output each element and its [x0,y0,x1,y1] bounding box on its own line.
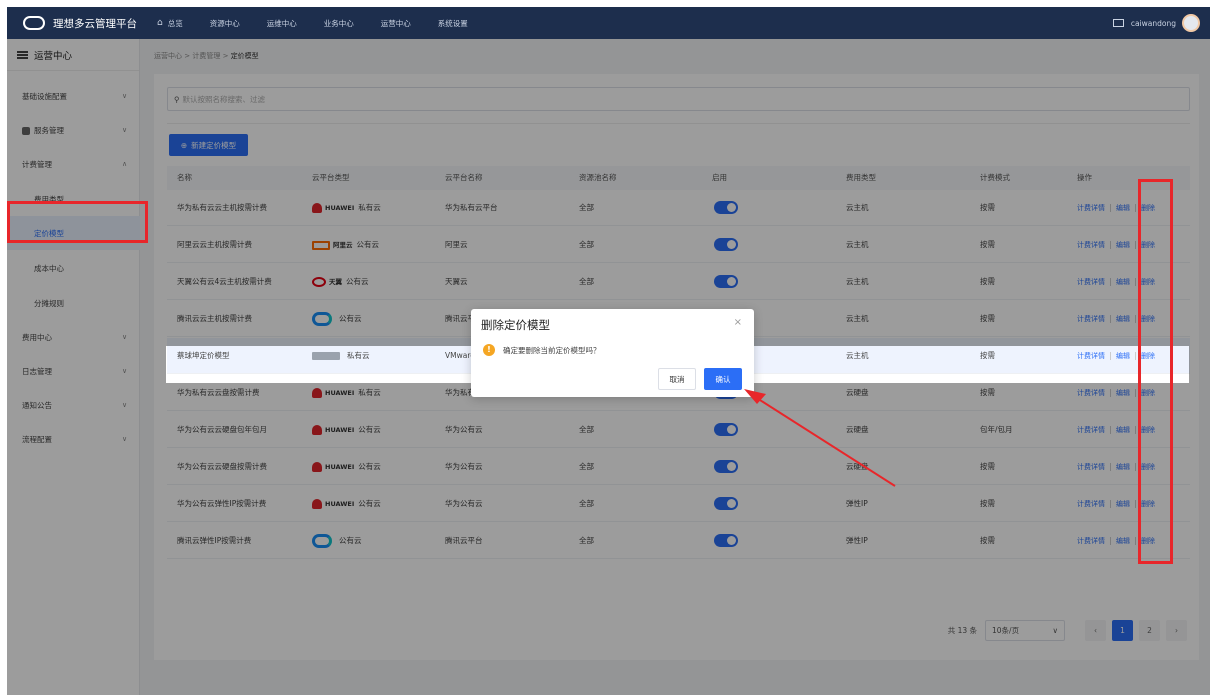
annotation-arrow [744,389,896,487]
arrow-shaft [751,394,896,487]
